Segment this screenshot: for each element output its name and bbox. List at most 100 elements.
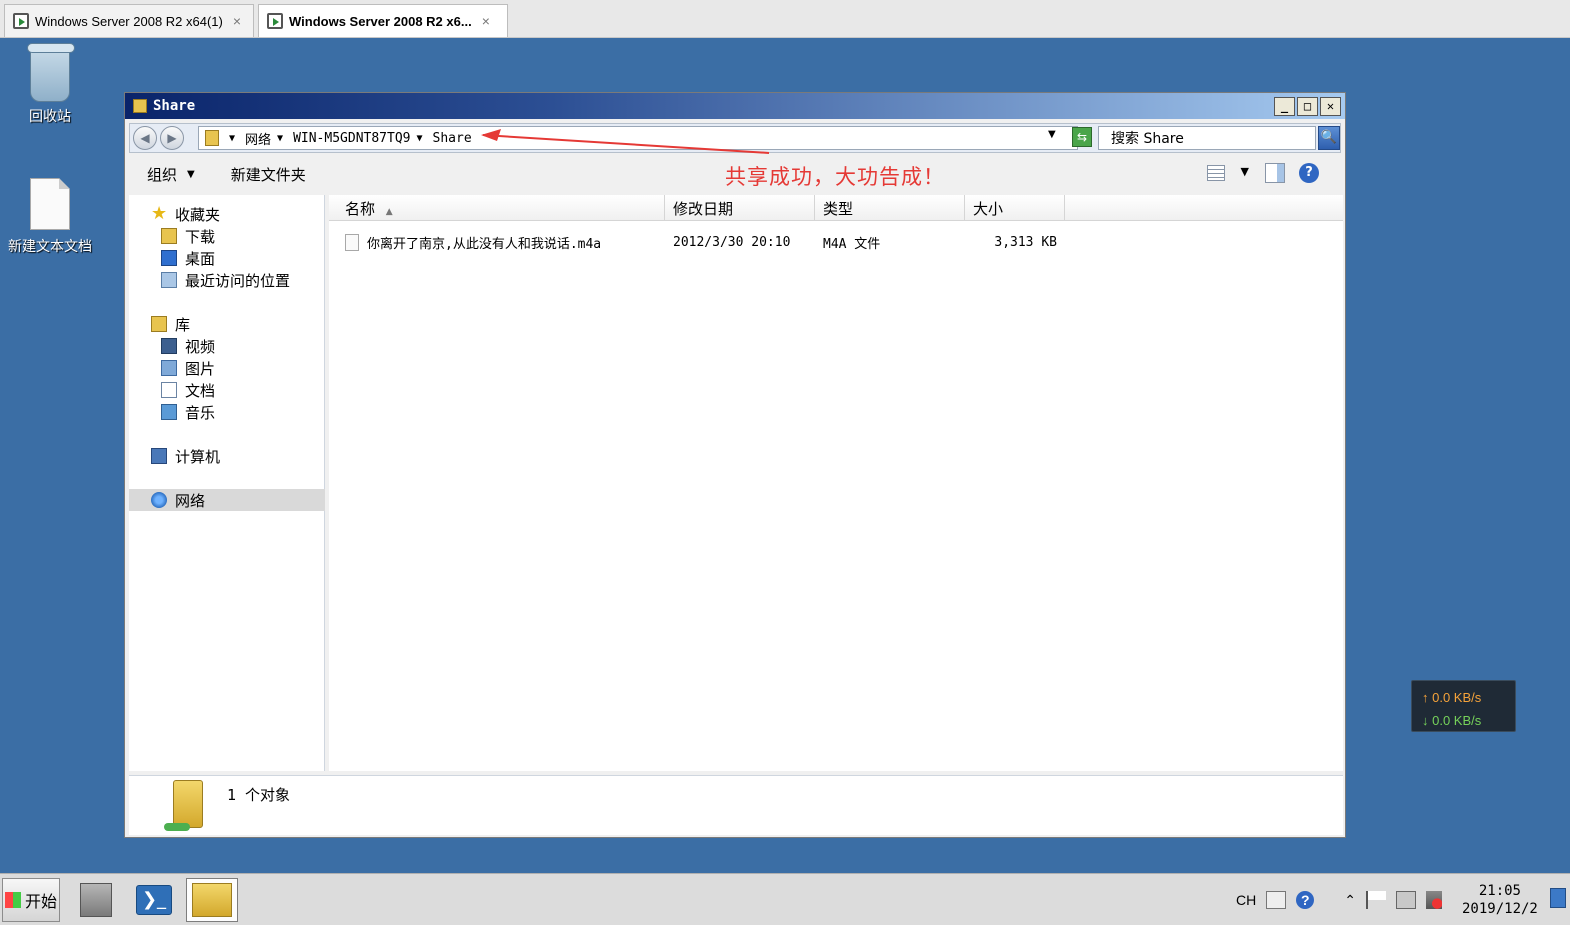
clock[interactable]: 21:05 2019/12/2 bbox=[1462, 882, 1538, 918]
window-title: Share bbox=[153, 98, 196, 114]
sidebar-item-label: 图片 bbox=[185, 359, 216, 378]
system-tray: CH ? ⌃ bbox=[1236, 874, 1442, 925]
close-button[interactable]: ✕ bbox=[1320, 97, 1341, 116]
organize-button[interactable]: 组织 ▼ bbox=[129, 164, 213, 185]
sidebar-item-label: 最近访问的位置 bbox=[185, 271, 291, 290]
text-document-icon bbox=[30, 178, 70, 230]
sidebar-item-recent-places[interactable]: 最近访问的位置 bbox=[161, 269, 290, 291]
start-button[interactable]: 开始 bbox=[2, 878, 60, 922]
item-count: 1 个对象 bbox=[227, 786, 291, 804]
videos-icon bbox=[161, 338, 177, 354]
vm-tab-server-1[interactable]: Windows Server 2008 R2 x64(1) × bbox=[4, 4, 254, 37]
file-name: 你离开了南京,从此没有人和我说话.m4a bbox=[367, 236, 602, 252]
chevron-down-icon[interactable]: ▼ bbox=[1241, 165, 1249, 178]
network-icon[interactable] bbox=[1395, 891, 1416, 909]
sidebar-item-label: 下载 bbox=[185, 227, 216, 246]
volume-muted-icon[interactable] bbox=[1425, 891, 1442, 909]
help-icon[interactable]: ? bbox=[1296, 891, 1315, 909]
recent-places-icon bbox=[161, 272, 177, 288]
sidebar-item-label: 库 bbox=[175, 315, 191, 334]
maximize-button[interactable]: □ bbox=[1297, 97, 1318, 116]
close-icon[interactable]: × bbox=[233, 13, 241, 29]
table-row[interactable]: 你离开了南京,从此没有人和我说话.m4a 2012/3/30 20:10 M4A… bbox=[329, 231, 1343, 253]
computer-icon bbox=[151, 448, 167, 464]
address-bar[interactable]: ▼ 网络 ▼ WIN-M5GDNT87TQ9 ▼ Share bbox=[198, 126, 1078, 154]
cell-name: 你离开了南京,从此没有人和我说话.m4a bbox=[329, 233, 665, 252]
desktop-icon-new-text-doc[interactable]: 新建文本文档 bbox=[0, 178, 100, 256]
chevron-down-icon[interactable]: ▼ bbox=[414, 133, 428, 144]
sidebar-item-music[interactable]: 音乐 bbox=[161, 401, 215, 423]
sidebar-item-downloads[interactable]: 下载 bbox=[161, 225, 215, 247]
column-header-name[interactable]: 名称 ▲ bbox=[329, 195, 665, 220]
cell-type: M4A 文件 bbox=[823, 236, 881, 252]
sidebar-item-network[interactable]: 网络 bbox=[129, 489, 325, 511]
address-history-dropdown[interactable]: ▼ bbox=[1048, 129, 1056, 140]
clock-time: 21:05 bbox=[1478, 883, 1521, 899]
view-options-icon[interactable] bbox=[1207, 165, 1225, 181]
explorer-icon bbox=[192, 883, 232, 917]
breadcrumb-network[interactable]: 网络 bbox=[241, 129, 275, 148]
powershell-icon: ❯_ bbox=[136, 885, 172, 915]
vm-tab-server-2[interactable]: Windows Server 2008 R2 x6... × bbox=[258, 4, 508, 37]
vm-icon bbox=[267, 13, 283, 29]
annotation-arrow bbox=[481, 129, 770, 154]
back-button[interactable]: ◀ bbox=[133, 126, 157, 150]
vm-tab-strip: Windows Server 2008 R2 x64(1) × Windows … bbox=[0, 0, 1570, 38]
ime-options-icon[interactable] bbox=[1324, 891, 1334, 909]
libraries-icon bbox=[151, 316, 167, 332]
minimize-button[interactable]: _ bbox=[1274, 97, 1295, 116]
sidebar-item-pictures[interactable]: 图片 bbox=[161, 357, 215, 379]
sidebar-item-favorites[interactable]: ★ 收藏夹 bbox=[151, 203, 220, 225]
new-folder-button[interactable]: 新建文件夹 bbox=[213, 164, 324, 185]
sidebar-item-label: 桌面 bbox=[185, 249, 216, 268]
help-icon[interactable]: ? bbox=[1299, 163, 1319, 183]
close-icon[interactable]: × bbox=[482, 13, 490, 29]
desktop-icon bbox=[161, 250, 177, 266]
breadcrumb-share[interactable]: Share bbox=[429, 131, 476, 146]
navigation-pane: ★ 收藏夹 下载 桌面 最近访问的位置 库 视频 图片 文档 音乐 计算机 网络 bbox=[129, 195, 325, 771]
chevron-down-icon[interactable]: ▼ bbox=[227, 133, 241, 144]
network-icon bbox=[151, 492, 167, 508]
sidebar-item-documents[interactable]: 文档 bbox=[161, 379, 215, 401]
refresh-button[interactable]: ⇆ bbox=[1072, 127, 1092, 147]
forward-button[interactable]: ▶ bbox=[160, 126, 184, 150]
chevron-down-icon[interactable]: ▼ bbox=[275, 133, 289, 144]
taskbar-server-manager[interactable] bbox=[70, 878, 122, 922]
shared-folder-icon bbox=[164, 780, 203, 831]
music-icon bbox=[161, 404, 177, 420]
sidebar-item-videos[interactable]: 视频 bbox=[161, 335, 215, 357]
sidebar-item-computer[interactable]: 计算机 bbox=[151, 445, 220, 467]
window-controls: _ □ ✕ bbox=[1274, 97, 1341, 116]
vm-tab-label: Windows Server 2008 R2 x64(1) bbox=[35, 13, 223, 29]
title-bar[interactable]: Share _ □ ✕ bbox=[125, 93, 1345, 119]
annotation-text: 共享成功，大功告成！ bbox=[725, 165, 945, 189]
show-hidden-icons-chevron[interactable]: ⌃ bbox=[1344, 892, 1356, 909]
search-input[interactable]: 搜索 Share bbox=[1098, 126, 1316, 150]
breadcrumb-host[interactable]: WIN-M5GDNT87TQ9 bbox=[289, 131, 414, 146]
keyboard-icon[interactable] bbox=[1266, 891, 1287, 909]
desktop-icon-label: 回收站 bbox=[29, 109, 71, 125]
language-indicator[interactable]: CH bbox=[1236, 892, 1256, 908]
recycle-bin-icon bbox=[27, 43, 75, 102]
vm-tab-label: Windows Server 2008 R2 x6... bbox=[289, 13, 472, 29]
show-desktop-button[interactable] bbox=[1550, 888, 1566, 908]
sort-ascending-icon: ▲ bbox=[385, 207, 393, 217]
search-icon[interactable]: 🔍 bbox=[1318, 126, 1340, 150]
taskbar-powershell[interactable]: ❯_ bbox=[128, 878, 180, 922]
column-label: 名称 bbox=[345, 200, 376, 218]
network-share-icon bbox=[205, 130, 219, 146]
column-header-size[interactable]: 大小 bbox=[965, 195, 1065, 220]
star-icon: ★ bbox=[151, 203, 168, 224]
sidebar-item-label: 视频 bbox=[185, 337, 216, 356]
column-header-type[interactable]: 类型 bbox=[815, 195, 965, 220]
taskbar-explorer[interactable] bbox=[186, 878, 238, 922]
sidebar-item-libraries[interactable]: 库 bbox=[151, 313, 190, 335]
preview-pane-icon[interactable] bbox=[1265, 163, 1285, 183]
cell-size: 3,313 KB bbox=[994, 234, 1057, 250]
flag-icon[interactable] bbox=[1365, 891, 1386, 909]
cell-modified: 2012/3/30 20:10 bbox=[673, 234, 791, 250]
column-header-modified[interactable]: 修改日期 bbox=[665, 195, 815, 220]
sidebar-item-desktop[interactable]: 桌面 bbox=[161, 247, 215, 269]
desktop-icon-recycle-bin[interactable]: 回收站 bbox=[0, 43, 100, 126]
vm-icon bbox=[13, 13, 29, 29]
